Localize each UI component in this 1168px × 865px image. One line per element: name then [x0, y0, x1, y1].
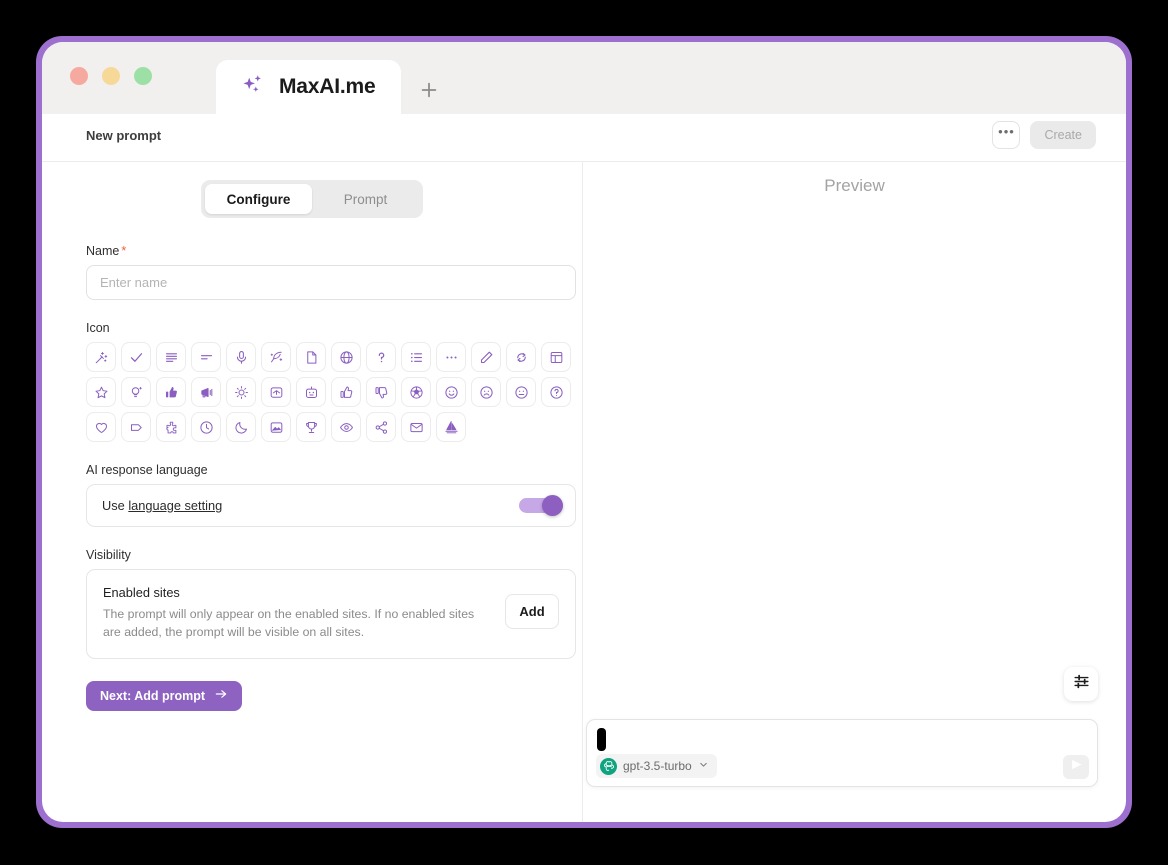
icon-option-lightbulb-idea[interactable] [121, 377, 151, 407]
icon-option-feather-sparkle[interactable] [261, 342, 291, 372]
send-icon [1069, 757, 1084, 777]
close-window-button[interactable] [70, 67, 88, 85]
visibility-card: Enabled sites The prompt will only appea… [86, 569, 576, 659]
new-tab-button[interactable] [401, 66, 457, 114]
icon-option-clock[interactable] [191, 412, 221, 442]
language-setting-row: Use language setting [86, 484, 576, 527]
visibility-text: Enabled sites The prompt will only appea… [103, 585, 493, 642]
icon-label: Icon [86, 321, 110, 335]
language-prefix: Use [102, 498, 129, 513]
tab-title: MaxAI.me [279, 75, 376, 98]
maximize-window-button[interactable] [134, 67, 152, 85]
prompt-form: Name* Icon [86, 244, 576, 711]
icon-option-refresh[interactable] [506, 342, 536, 372]
icon-option-soccer-ball[interactable] [401, 377, 431, 407]
visibility-label: Visibility [86, 548, 131, 562]
preview-panel: Preview gpt-3.5-turbo [583, 162, 1126, 822]
icon-option-tag[interactable] [121, 412, 151, 442]
minimize-window-button[interactable] [102, 67, 120, 85]
ellipsis-icon: ••• [998, 124, 1015, 139]
next-add-prompt-button[interactable]: Next: Add prompt [86, 680, 243, 711]
icon-option-microphone[interactable] [226, 342, 256, 372]
tab-strip: MaxAI.me [216, 60, 457, 114]
icon-option-image[interactable] [261, 412, 291, 442]
text-caret [597, 728, 606, 751]
name-input[interactable] [86, 265, 576, 300]
page-title: New prompt [86, 128, 162, 143]
preview-title: Preview [824, 176, 885, 195]
browser-window: MaxAI.me New prompt ••• Create Configure… [42, 42, 1126, 822]
traffic-lights [70, 67, 152, 85]
icon-option-eye[interactable] [331, 412, 361, 442]
icon-option-question-mark[interactable] [366, 342, 396, 372]
sliders-icon [1072, 672, 1091, 696]
icon-option-sailboat[interactable] [436, 412, 466, 442]
language-setting-link[interactable]: language setting [128, 498, 222, 513]
icon-option-thumbs-up-filled[interactable] [156, 377, 186, 407]
tab-configure[interactable]: Configure [205, 184, 312, 214]
icon-option-short-lines[interactable] [191, 342, 221, 372]
browser-frame: MaxAI.me New prompt ••• Create Configure… [36, 36, 1132, 828]
icon-option-ellipsis[interactable] [436, 342, 466, 372]
icon-option-pencil[interactable] [471, 342, 501, 372]
tab-prompt[interactable]: Prompt [312, 184, 419, 214]
preview-settings-button[interactable] [1064, 667, 1098, 701]
icon-option-heart[interactable] [86, 412, 116, 442]
icon-option-smiley-sad[interactable] [471, 377, 501, 407]
configure-panel: Configure Prompt Name* Icon [42, 162, 583, 822]
add-site-button[interactable]: Add [505, 594, 559, 629]
name-label: Name * [86, 244, 127, 258]
icon-option-envelope[interactable] [401, 412, 431, 442]
required-marker: * [121, 244, 127, 258]
chevron-down-icon [698, 757, 709, 775]
model-name: gpt-3.5-turbo [623, 759, 692, 773]
send-button[interactable] [1063, 755, 1089, 779]
icon-option-star[interactable] [86, 377, 116, 407]
app-header: New prompt ••• Create [42, 114, 1126, 162]
enabled-sites-description: The prompt will only appear on the enabl… [103, 607, 475, 640]
icon-option-share[interactable] [366, 412, 396, 442]
icon-option-smiley-happy[interactable] [436, 377, 466, 407]
icon-option-robot[interactable] [296, 377, 326, 407]
language-toggle[interactable] [519, 494, 563, 517]
more-options-button[interactable]: ••• [992, 121, 1021, 149]
enabled-sites-title: Enabled sites [103, 585, 180, 600]
icon-option-puzzle-piece[interactable] [156, 412, 186, 442]
icon-picker-grid [86, 342, 578, 442]
icon-option-thumbs-up-outline[interactable] [331, 377, 361, 407]
icon-option-graduation-cap[interactable] [261, 377, 291, 407]
icon-option-text-lines[interactable] [156, 342, 186, 372]
icon-option-trophy[interactable] [296, 412, 326, 442]
icon-option-sun[interactable] [226, 377, 256, 407]
icon-option-table[interactable] [541, 342, 571, 372]
icon-option-question-circle[interactable] [541, 377, 571, 407]
icon-option-smiley-neutral[interactable] [506, 377, 536, 407]
icon-option-document[interactable] [296, 342, 326, 372]
icon-option-moon[interactable] [226, 412, 256, 442]
panel-tabs: Configure Prompt [201, 180, 423, 218]
app-body: Configure Prompt Name* Icon [42, 162, 1126, 822]
arrow-right-icon [214, 687, 228, 704]
toggle-thumb [542, 494, 563, 516]
icon-option-magic-wand[interactable] [86, 342, 116, 372]
header-actions: ••• Create [992, 121, 1096, 149]
model-selector[interactable]: gpt-3.5-turbo [596, 754, 717, 778]
icon-option-globe[interactable] [331, 342, 361, 372]
browser-chrome: MaxAI.me [42, 42, 1126, 114]
sparkle-icon [240, 72, 266, 103]
icon-option-check[interactable] [121, 342, 151, 372]
language-setting-text: Use language setting [102, 498, 222, 513]
next-button-label: Next: Add prompt [100, 688, 206, 703]
icon-option-megaphone[interactable] [191, 377, 221, 407]
openai-icon [600, 757, 617, 775]
icon-option-thumbs-down[interactable] [366, 377, 396, 407]
preview-composer[interactable]: gpt-3.5-turbo [586, 719, 1098, 787]
language-label: AI response language [86, 463, 208, 477]
create-button[interactable]: Create [1030, 121, 1096, 149]
browser-tab-maxai[interactable]: MaxAI.me [216, 60, 402, 114]
icon-option-bullet-list[interactable] [401, 342, 431, 372]
